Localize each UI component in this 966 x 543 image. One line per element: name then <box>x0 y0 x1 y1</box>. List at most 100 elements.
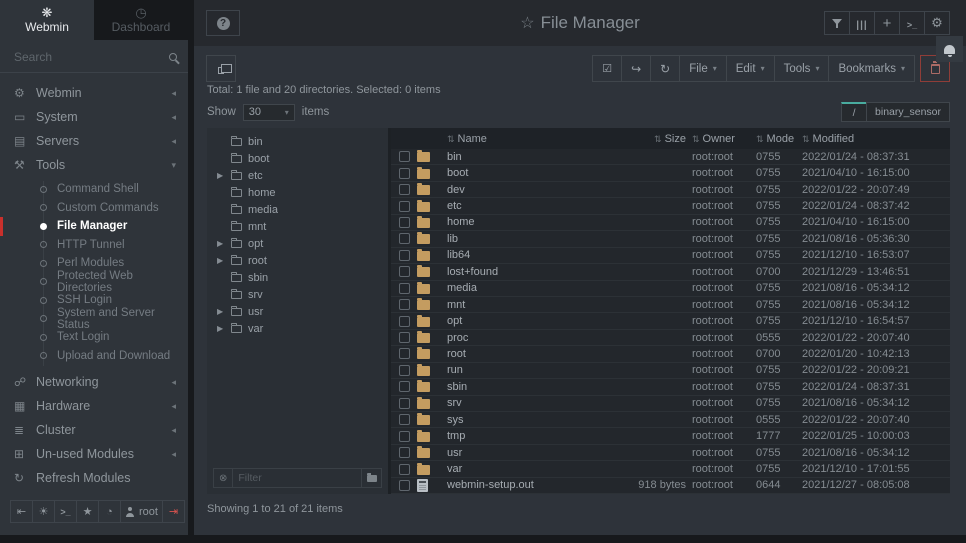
refresh-button[interactable] <box>650 55 680 82</box>
search-input[interactable] <box>14 50 169 64</box>
filter-button[interactable] <box>824 11 850 35</box>
file-name[interactable]: proc <box>447 332 614 344</box>
submenu-item[interactable]: File Manager <box>0 217 188 236</box>
file-name[interactable]: lost+found <box>447 266 614 278</box>
export-button[interactable] <box>621 55 651 82</box>
file-name[interactable]: dev <box>447 184 614 196</box>
submenu-item[interactable]: Custom Commands <box>0 199 188 218</box>
row-checkbox[interactable] <box>399 431 410 442</box>
submenu-item[interactable]: HTTP Tunnel <box>0 236 188 255</box>
table-row[interactable]: webmin-setup.out 918 bytes root:root 064… <box>391 478 950 494</box>
submenu-item[interactable]: Upload and Download <box>0 347 188 366</box>
sidebar-menu-item[interactable]: Refresh Modules ◂ <box>0 466 188 490</box>
row-checkbox[interactable] <box>399 365 410 376</box>
row-checkbox[interactable] <box>399 151 410 162</box>
table-row[interactable]: opt root:root 0755 2021/12/10 - 16:54:57 <box>391 313 950 329</box>
table-row[interactable]: usr root:root 0755 2021/08/16 - 05:34:12 <box>391 445 950 461</box>
row-checkbox[interactable] <box>399 266 410 277</box>
sidebar-menu-item[interactable]: Un-used Modules ◂ <box>0 442 188 466</box>
row-checkbox[interactable] <box>399 414 410 425</box>
add-button[interactable] <box>874 11 900 35</box>
column-header-size[interactable]: Size <box>614 133 692 145</box>
row-checkbox[interactable] <box>399 201 410 212</box>
file-name[interactable]: var <box>447 463 614 475</box>
help-button[interactable]: ? <box>206 10 240 36</box>
page-size-select[interactable]: 30 ▾ <box>243 104 295 121</box>
file-name[interactable]: srv <box>447 397 614 409</box>
column-header-modified[interactable]: Modified <box>802 133 950 145</box>
file-name[interactable]: lib64 <box>447 249 614 261</box>
table-row[interactable]: tmp root:root 1777 2022/01/25 - 10:00:03 <box>391 428 950 444</box>
file-name[interactable]: usr <box>447 447 614 459</box>
collapse-sidebar-button[interactable]: ⇤ <box>10 500 33 523</box>
sidebar-menu-item[interactable]: Cluster ◂ <box>0 418 188 442</box>
file-name[interactable]: mnt <box>447 299 614 311</box>
table-row[interactable]: mnt root:root 0755 2021/08/16 - 05:34:12 <box>391 297 950 313</box>
select-all-button[interactable] <box>592 55 622 82</box>
file-name[interactable]: media <box>447 282 614 294</box>
file-name[interactable]: bin <box>447 151 614 163</box>
breadcrumb-item[interactable]: binary_sensor <box>866 102 950 122</box>
file-name[interactable]: boot <box>447 167 614 179</box>
duplicate-tab-button[interactable] <box>206 55 236 82</box>
table-row[interactable]: var root:root 0755 2021/12/10 - 17:01:55 <box>391 461 950 477</box>
file-name[interactable]: tmp <box>447 430 614 442</box>
row-checkbox[interactable] <box>399 316 410 327</box>
submenu-item[interactable]: Text Login <box>0 328 188 347</box>
row-checkbox[interactable] <box>399 332 410 343</box>
row-checkbox[interactable] <box>399 464 410 475</box>
sidebar-menu-item-tools[interactable]: Tools ▾ <box>0 153 188 177</box>
tree-item[interactable]: ▶ mnt <box>207 218 388 235</box>
columns-button[interactable] <box>849 11 875 35</box>
sidebar-menu-item[interactable]: Hardware ◂ <box>0 394 188 418</box>
row-checkbox[interactable] <box>399 283 410 294</box>
breadcrumb-item[interactable]: / <box>841 102 867 122</box>
table-row[interactable]: bin root:root 0755 2022/01/24 - 08:37:31 <box>391 149 950 165</box>
submenu-item[interactable]: Command Shell <box>0 180 188 199</box>
row-checkbox[interactable] <box>399 184 410 195</box>
row-checkbox[interactable] <box>399 348 410 359</box>
table-row[interactable]: srv root:root 0755 2021/08/16 - 05:34:12 <box>391 396 950 412</box>
row-checkbox[interactable] <box>399 447 410 458</box>
tree-item[interactable]: ▶ sbin <box>207 269 388 286</box>
table-row[interactable]: dev root:root 0755 2022/01/22 - 20:07:49 <box>391 182 950 198</box>
row-checkbox[interactable] <box>399 299 410 310</box>
toolbar-menu-button[interactable]: Bookmarks ▾ <box>828 55 915 82</box>
tree-item[interactable]: ▶ bin <box>207 133 388 150</box>
tree-item[interactable]: ▶ root <box>207 252 388 269</box>
choose-directory-button[interactable] <box>361 469 381 487</box>
favorites-button[interactable]: ★ <box>76 500 99 523</box>
expand-arrow-icon[interactable]: ▶ <box>217 324 225 333</box>
file-name[interactable]: opt <box>447 315 614 327</box>
search-icon[interactable] <box>169 53 177 61</box>
submenu-item[interactable]: Protected Web Directories <box>0 273 188 292</box>
row-checkbox[interactable] <box>399 168 410 179</box>
table-row[interactable]: lib root:root 0755 2021/08/16 - 05:36:30 <box>391 231 950 247</box>
tree-item[interactable]: ▶ var <box>207 320 388 337</box>
tree-item[interactable]: ▶ home <box>207 184 388 201</box>
expand-arrow-icon[interactable]: ▶ <box>217 256 225 265</box>
table-row[interactable]: sys root:root 0555 2022/01/22 - 20:07:40 <box>391 412 950 428</box>
row-checkbox[interactable] <box>399 250 410 261</box>
sidebar-menu-item[interactable]: System ◂ <box>0 105 188 129</box>
toolbar-menu-button[interactable]: File ▾ <box>679 55 727 82</box>
row-checkbox[interactable] <box>399 398 410 409</box>
file-name[interactable]: home <box>447 216 614 228</box>
settings-button[interactable] <box>924 11 950 35</box>
table-row[interactable]: home root:root 0755 2021/04/10 - 16:15:0… <box>391 215 950 231</box>
shell-button[interactable] <box>899 11 925 35</box>
table-row[interactable]: etc root:root 0755 2022/01/24 - 08:37:42 <box>391 198 950 214</box>
favorite-star-icon[interactable]: ☆ <box>520 15 534 32</box>
table-row[interactable]: run root:root 0755 2022/01/22 - 20:09:21 <box>391 363 950 379</box>
column-header-owner[interactable]: Owner <box>692 133 756 145</box>
toolbar-menu-button[interactable]: Edit ▾ <box>726 55 775 82</box>
tree-item[interactable]: ▶ etc <box>207 167 388 184</box>
table-row[interactable]: proc root:root 0555 2022/01/22 - 20:07:4… <box>391 330 950 346</box>
file-name[interactable]: root <box>447 348 614 360</box>
row-checkbox[interactable] <box>399 217 410 228</box>
table-row[interactable]: sbin root:root 0755 2022/01/24 - 08:37:3… <box>391 379 950 395</box>
column-header-mode[interactable]: Mode <box>756 133 802 145</box>
stats-button[interactable]: ◔ <box>98 500 121 523</box>
file-name[interactable]: sys <box>447 414 614 426</box>
user-button[interactable]: root <box>120 500 163 523</box>
